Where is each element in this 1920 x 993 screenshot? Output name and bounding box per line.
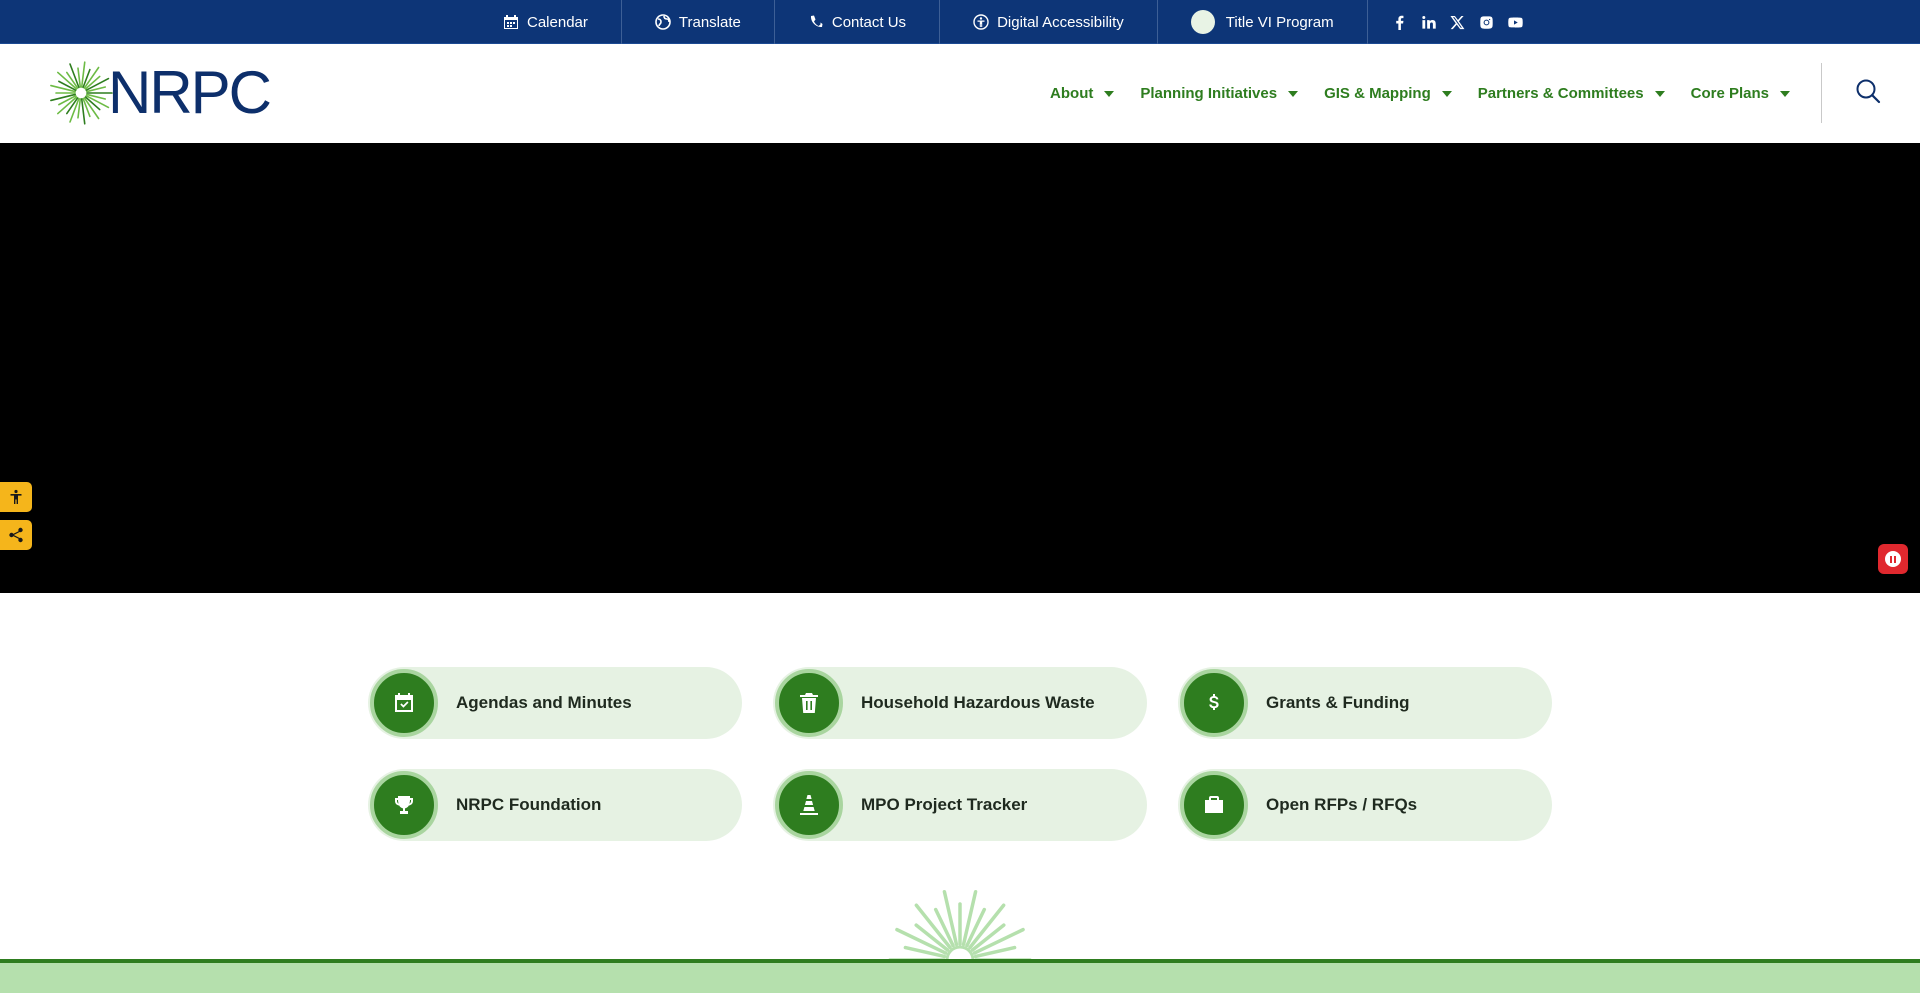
trophy-icon <box>395 796 413 814</box>
quick-link-foundation[interactable]: NRPC Foundation <box>368 769 742 841</box>
title-vi-label: Title VI Program <box>1225 13 1334 31</box>
nav-about[interactable]: About <box>1050 85 1115 102</box>
contact-us-label: Contact Us <box>831 13 907 31</box>
instagram-icon[interactable] <box>1479 14 1495 30</box>
nav-gis-mapping[interactable]: GIS & Mapping <box>1324 85 1452 102</box>
briefcase-icon <box>1205 796 1223 813</box>
youtube-icon[interactable] <box>1508 14 1524 30</box>
search-button[interactable] <box>1853 76 1883 106</box>
quick-link-icon-badge <box>1180 669 1248 737</box>
sunburst-decoration-icon <box>888 890 1032 960</box>
site-header: NRPC About Planning Initiatives GIS & Ma… <box>0 44 1920 143</box>
quick-link-hazardous-waste[interactable]: Household Hazardous Waste <box>773 667 1147 739</box>
title-vi-icon <box>1190 10 1215 34</box>
quick-link-label: Grants & Funding <box>1266 693 1410 712</box>
logo-text: NRPC <box>108 59 272 126</box>
x-icon[interactable] <box>1450 14 1466 30</box>
share-icon <box>9 527 23 543</box>
quick-link-label: Open RFPs / RFQs <box>1266 795 1418 814</box>
nav-divider <box>1821 63 1822 123</box>
quick-link-icon-badge <box>1180 771 1248 839</box>
nav-planning-initiatives[interactable]: Planning Initiatives <box>1140 85 1299 102</box>
quick-link-icon-badge <box>775 771 843 839</box>
facebook-icon[interactable] <box>1392 14 1408 30</box>
globe-icon <box>655 14 671 30</box>
footer-band <box>0 963 1920 993</box>
phone-icon <box>808 14 824 30</box>
caret-down-icon <box>1654 90 1665 97</box>
quick-link-label: Household Hazardous Waste <box>861 693 1095 712</box>
trash-icon <box>800 693 818 713</box>
digital-accessibility-link[interactable]: Digital Accessibility <box>940 0 1158 44</box>
nav-core-plans-label: Core Plans <box>1690 85 1769 102</box>
quick-link-label: MPO Project Tracker <box>861 795 1028 814</box>
nav-planning-initiatives-label: Planning Initiatives <box>1140 85 1278 102</box>
contact-us-link[interactable]: Contact Us <box>775 0 941 44</box>
hero-video <box>0 143 1920 593</box>
quick-link-grants-funding[interactable]: Grants & Funding <box>1178 667 1552 739</box>
caret-down-icon <box>1288 90 1299 97</box>
nav-partners-committees-label: Partners & Committees <box>1477 85 1644 102</box>
quick-link-mpo-tracker[interactable]: MPO Project Tracker <box>773 769 1147 841</box>
caret-down-icon <box>1441 90 1452 97</box>
calendar-icon <box>503 14 519 30</box>
quick-link-icon-badge <box>370 771 438 839</box>
nav-core-plans[interactable]: Core Plans <box>1691 85 1790 102</box>
sunburst-logo-icon <box>50 61 113 125</box>
social-links <box>1368 0 1524 44</box>
traffic-cone-icon <box>800 795 818 815</box>
translate-link-label: Translate <box>678 13 741 31</box>
accessibility-icon <box>973 14 989 30</box>
nav-about-label: About <box>1050 85 1094 102</box>
search-icon <box>1856 79 1881 104</box>
translate-link[interactable]: Translate <box>622 0 775 44</box>
digital-accessibility-label: Digital Accessibility <box>997 13 1124 31</box>
dollar-icon <box>1209 694 1219 710</box>
calendar-link-label: Calendar <box>527 13 588 31</box>
quick-link-icon-badge <box>370 669 438 737</box>
main-nav: About Planning Initiatives GIS & Mapping… <box>1024 44 1790 143</box>
quick-link-agendas[interactable]: Agendas and Minutes <box>368 667 742 739</box>
quick-link-icon-badge <box>775 669 843 737</box>
accessibility-toolbar-button[interactable] <box>0 482 32 512</box>
linkedin-icon[interactable] <box>1421 14 1437 30</box>
utility-links: Calendar Translate Contact Us Digital Ac… <box>470 0 1524 44</box>
share-button[interactable] <box>0 520 32 550</box>
nav-gis-mapping-label: GIS & Mapping <box>1324 85 1431 102</box>
utility-bar: Calendar Translate Contact Us Digital Ac… <box>0 0 1920 44</box>
nav-partners-committees[interactable]: Partners & Committees <box>1478 85 1665 102</box>
caret-down-icon <box>1780 90 1790 97</box>
quick-link-label: NRPC Foundation <box>456 795 602 814</box>
quick-link-label: Agendas and Minutes <box>456 693 632 712</box>
quick-link-open-rfps[interactable]: Open RFPs / RFQs <box>1178 769 1552 841</box>
title-vi-link[interactable]: Title VI Program <box>1158 0 1368 44</box>
caret-down-icon <box>1104 90 1115 97</box>
video-pause-button[interactable] <box>1878 544 1908 574</box>
accessibility-person-icon <box>10 489 22 504</box>
pause-icon <box>1885 551 1901 567</box>
nrpc-logo[interactable]: NRPC <box>48 59 272 126</box>
calendar-link[interactable]: Calendar <box>470 0 622 44</box>
calendar-check-icon <box>395 693 413 712</box>
